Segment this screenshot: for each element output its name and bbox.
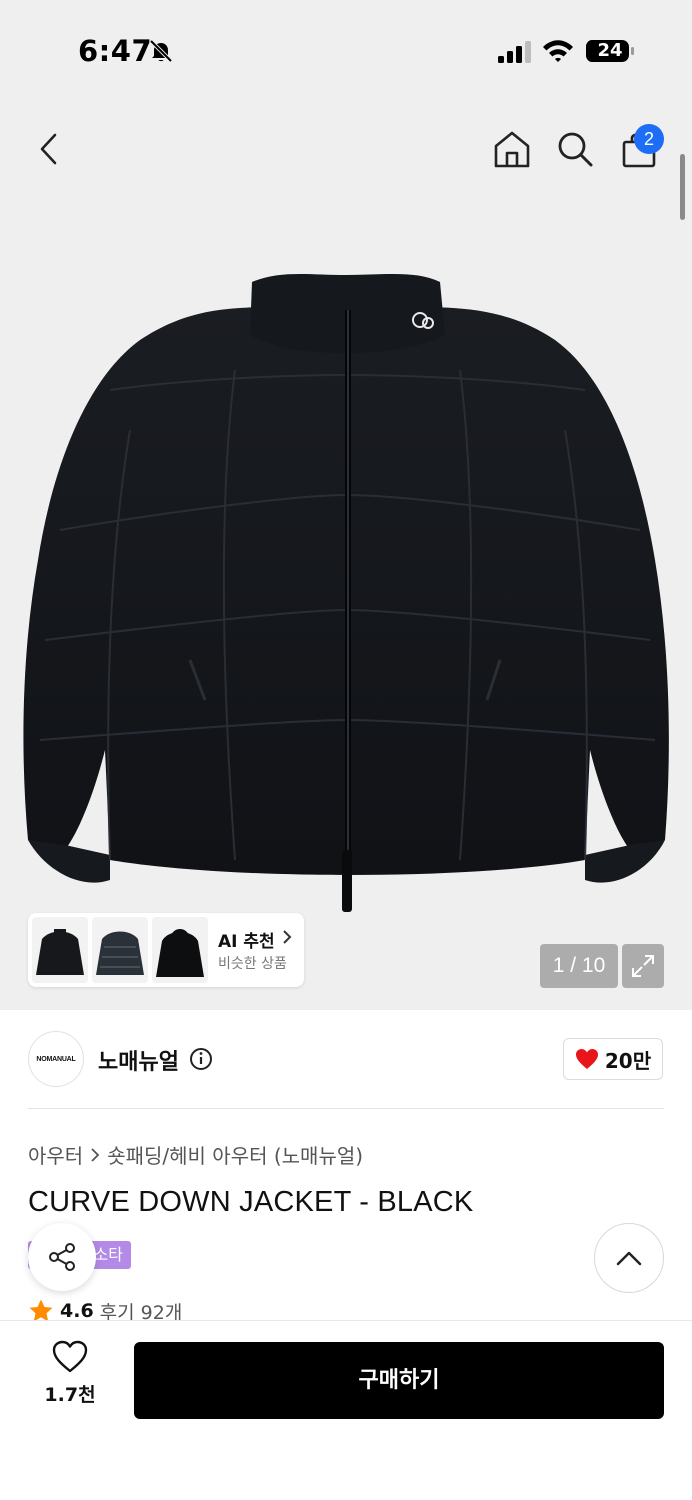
info-icon[interactable] [189, 1047, 213, 1071]
bell-slash-icon [149, 39, 173, 63]
brand-like-button[interactable]: 20만 [563, 1038, 663, 1080]
recommend-thumbnail[interactable] [152, 917, 208, 983]
brand-logo[interactable]: NOMANUAL [28, 1031, 84, 1087]
search-button[interactable] [550, 124, 600, 174]
recommend-thumbnail[interactable] [92, 917, 148, 983]
buy-button[interactable]: 구매하기 [134, 1342, 664, 1419]
image-page-indicator: 1 / 10 [540, 944, 618, 988]
back-icon [40, 133, 57, 165]
product-image[interactable] [0, 230, 692, 930]
chevron-up-icon [616, 1251, 642, 1266]
ai-recommend-subtitle: 비슷한 상품 [218, 956, 287, 972]
fullscreen-button[interactable] [622, 944, 664, 988]
brand-like-count: 20만 [604, 1048, 652, 1073]
share-button[interactable] [28, 1223, 96, 1291]
product-title: CURVE DOWN JACKET - BLACK [28, 1186, 474, 1218]
wishlist-count: 1.7천 [44, 1384, 96, 1406]
wishlist-button[interactable]: 1.7천 [30, 1340, 110, 1420]
status-bar: 6:47 24 [0, 0, 692, 100]
divider [28, 1108, 664, 1109]
scroll-to-top-button[interactable] [594, 1223, 664, 1293]
share-icon [49, 1243, 75, 1271]
cellular-signal-icon [498, 41, 531, 63]
heart-outline-icon [52, 1340, 88, 1373]
brand-name[interactable]: 노매뉴얼 [98, 1044, 179, 1076]
top-navigation [0, 118, 692, 188]
chevron-right-icon [283, 930, 292, 944]
battery-level: 24 [597, 40, 623, 61]
brand-logo-text: NOMANUAL [36, 1055, 76, 1063]
product-hero: 6:47 24 2 AI 추천 비슷한 상품 1 / 10 [0, 0, 692, 1010]
ai-recommend-title: AI 추천 [218, 932, 275, 952]
breadcrumb-subcategory[interactable]: 숏패딩/헤비 아우터 (노매뉴얼) [107, 1140, 363, 1169]
rating-value: 4.6 [60, 1300, 94, 1322]
scroll-indicator[interactable] [680, 154, 685, 220]
breadcrumb-category[interactable]: 아우터 [28, 1140, 83, 1169]
home-button[interactable] [487, 124, 537, 174]
search-icon [558, 132, 593, 167]
breadcrumb: 아우터 숏패딩/헤비 아우터 (노매뉴얼) [28, 1140, 363, 1169]
home-icon [494, 131, 530, 168]
wifi-icon [543, 40, 573, 62]
recommend-thumbnail[interactable] [32, 917, 88, 983]
back-button[interactable] [24, 124, 74, 174]
status-time: 6:47 [78, 34, 153, 68]
chevron-right-icon [91, 1147, 100, 1162]
ai-recommend-card[interactable]: AI 추천 비슷한 상품 [28, 913, 304, 987]
heart-filled-icon [575, 1049, 598, 1069]
cart-count-badge: 2 [634, 124, 664, 154]
expand-icon [632, 955, 654, 977]
